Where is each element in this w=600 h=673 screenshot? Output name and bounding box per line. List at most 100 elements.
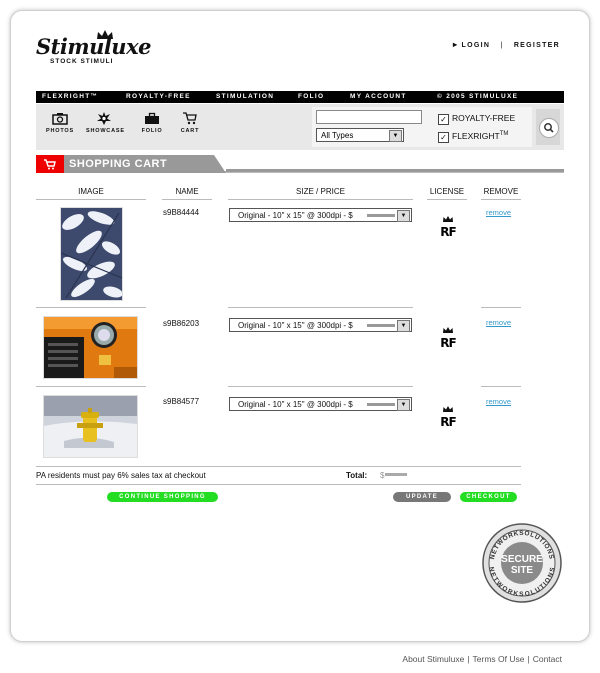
orange-car-image (44, 317, 137, 378)
item-thumbnail[interactable] (43, 316, 138, 379)
crown-icon (443, 406, 453, 412)
chevron-down-icon: ▼ (397, 399, 410, 411)
search-input[interactable] (316, 110, 422, 124)
footer-links: About Stimuluxe | Terms Of Use | Contact (402, 654, 562, 664)
fire-hydrant-image (44, 396, 137, 457)
brand-tagline: STOCK STIMULI (50, 58, 114, 65)
divider (36, 307, 146, 308)
divider (228, 307, 413, 308)
tool-cart[interactable]: CART (172, 112, 208, 134)
briefcase-icon (145, 112, 159, 124)
main-nav: FLEXRIGHT™ ROYALTY-FREE STIMULATION FOLI… (36, 91, 564, 103)
nav-royalty-free[interactable]: ROYALTY-FREE (126, 93, 191, 100)
divider (228, 199, 413, 200)
nav-stimulation[interactable]: STIMULATION (216, 93, 274, 100)
tool-showcase[interactable]: SHOWCASE (86, 112, 125, 134)
stimuluxe-logo[interactable]: Stimuluxe STOCK STIMULI (36, 30, 151, 66)
crown-icon (443, 327, 453, 333)
tool-photos-label: PHOTOS (46, 128, 74, 134)
nav-folio[interactable]: FOLIO (298, 93, 324, 100)
license-label: RF (440, 336, 456, 350)
cart-icon (44, 159, 56, 170)
terms-link[interactable]: Terms Of Use (473, 654, 525, 664)
flexright-label: FLEXRIGHT (452, 131, 500, 141)
trademark-sup: TM (499, 131, 509, 138)
size-select[interactable]: Original - 10" x 15" @ 300dpi - $ ▼ (229, 208, 412, 222)
royalty-free-checkbox[interactable]: ✓ ROYALTY-FREE (438, 113, 515, 125)
total-value: $ (380, 471, 408, 480)
flexright-checkbox[interactable]: ✓ FLEXRIGHTTM (438, 131, 508, 143)
license-label: RF (440, 225, 456, 239)
type-select[interactable]: All Types ▼ (316, 128, 404, 142)
divider (427, 199, 467, 200)
item-sku: s9B86203 (163, 319, 200, 328)
type-select-value: All Types (321, 131, 354, 140)
remove-link[interactable]: remove (486, 318, 511, 327)
tool-folio-label: FOLIO (141, 128, 163, 134)
item-sku: s9B84444 (163, 208, 200, 217)
nav-my-account[interactable]: MY ACCOUNT (350, 93, 407, 100)
item-thumbnail[interactable] (43, 395, 138, 458)
nav-copyright: © 2005 STIMULUXE (437, 93, 519, 100)
brand-name: Stimuluxe (36, 34, 151, 59)
remove-link[interactable]: remove (486, 208, 511, 217)
continue-shopping-button[interactable]: CONTINUE SHOPPING (107, 492, 218, 502)
tool-showcase-label: SHOWCASE (86, 128, 125, 134)
divider (481, 199, 521, 200)
register-link[interactable]: REGISTER (514, 42, 560, 49)
page-title: SHOPPING CART (64, 155, 214, 173)
login-link[interactable]: LOGIN (462, 42, 491, 49)
license-badge: RF (437, 320, 459, 350)
secure-seal-icon: NETWORKSOLUTIONS NETWORKSOLUTIONS SECURE… (482, 523, 562, 603)
col-name: NAME (175, 187, 199, 196)
tool-bar: PHOTOS SHOWCASE FOLIO CART All Types ▼ ✓… (36, 104, 564, 150)
size-select[interactable]: Original - 10" x 15" @ 300dpi - $ ▼ (229, 397, 412, 411)
divider (228, 386, 413, 387)
chevron-down-icon: ▼ (397, 210, 410, 222)
chevron-down-icon: ▼ (389, 130, 402, 142)
size-select[interactable]: Original - 10" x 15" @ 300dpi - $ ▼ (229, 318, 412, 332)
tax-note: PA residents must pay 6% sales tax at ch… (36, 471, 206, 480)
about-link[interactable]: About Stimuluxe (402, 654, 464, 664)
search-icon (544, 123, 554, 133)
license-badge: RF (437, 399, 459, 429)
tool-folio[interactable]: FOLIO (134, 112, 170, 134)
nav-flexright[interactable]: FLEXRIGHT™ (42, 93, 98, 100)
secure-site-seal[interactable]: NETWORKSOLUTIONS NETWORKSOLUTIONS SECURE… (482, 523, 562, 608)
size-select-value: Original - 10" x 15" @ 300dpi - $ (238, 211, 353, 220)
crown-icon (443, 216, 453, 222)
camera-icon (52, 113, 68, 125)
checkout-button[interactable]: CHECKOUT (460, 492, 517, 502)
size-select-value: Original - 10" x 15" @ 300dpi - $ (238, 400, 353, 409)
divider (226, 169, 564, 172)
price-redacted (367, 324, 395, 327)
checkmark-icon: ✓ (438, 132, 449, 143)
account-links: ▸ LOGIN | REGISTER (453, 40, 560, 49)
divider (36, 199, 146, 200)
license-badge: RF (437, 209, 459, 239)
checkmark-icon: ✓ (438, 114, 449, 125)
col-license: LICENSE (429, 187, 465, 196)
tool-photos[interactable]: PHOTOS (42, 112, 78, 134)
link-separator: | (500, 42, 504, 49)
remove-link[interactable]: remove (486, 397, 511, 406)
price-redacted (367, 403, 395, 406)
item-thumbnail[interactable] (60, 207, 123, 301)
update-button[interactable]: UPDATE (393, 492, 451, 502)
cart-icon (183, 112, 197, 125)
col-image: IMAGE (78, 187, 104, 196)
size-select-value: Original - 10" x 15" @ 300dpi - $ (238, 321, 353, 330)
col-size-price: SIZE / PRICE (296, 187, 345, 196)
divider (481, 386, 521, 387)
col-remove: REMOVE (483, 187, 519, 196)
arrow-icon: ▸ (452, 40, 459, 49)
item-sku: s9B84577 (163, 397, 200, 406)
snow-branch-image (61, 208, 122, 300)
search-button[interactable] (536, 109, 560, 145)
shopping-cart-header: SHOPPING CART (36, 155, 564, 173)
divider (36, 484, 521, 485)
divider (36, 386, 146, 387)
seal-secure-text: SECURE (501, 554, 543, 565)
tool-cart-label: CART (180, 128, 200, 134)
contact-link[interactable]: Contact (533, 654, 562, 664)
